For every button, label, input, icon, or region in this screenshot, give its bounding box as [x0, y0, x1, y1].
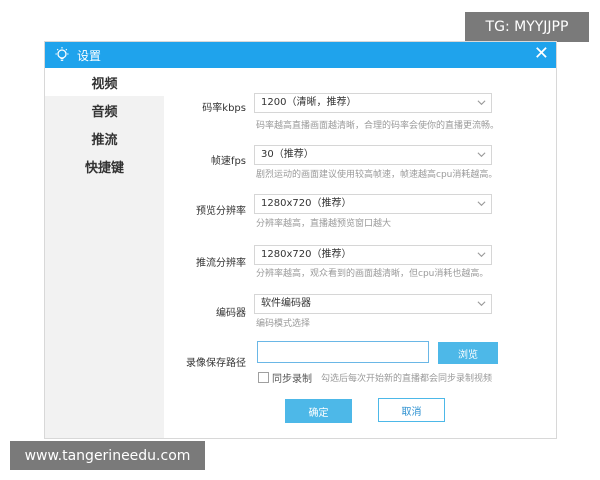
encoder-select[interactable]: 软件编码器 [254, 294, 492, 314]
chevron-down-icon [477, 100, 486, 106]
sync-record-label[interactable]: 同步录制 [272, 370, 312, 385]
watermark-bottom-left: www.tangerineedu.com [10, 441, 205, 470]
sidebar-item-shortcuts[interactable]: 快捷键 [45, 152, 164, 180]
preview-resolution-select[interactable]: 1280x720（推荐） [254, 194, 492, 214]
dialog-titlebar: 设置 ✕ [45, 42, 556, 68]
stream-resolution-hint: 分辨率越高，观众看到的画面越清晰，但cpu消耗也越高。 [256, 269, 489, 279]
record-path-input[interactable] [257, 341, 429, 363]
browse-button[interactable]: 浏览 [438, 342, 498, 364]
stream-resolution-value: 1280x720（推荐） [261, 249, 352, 260]
sidebar-item-video[interactable]: 视频 [45, 68, 164, 96]
bitrate-value: 1200（清晰，推荐） [261, 97, 357, 108]
fps-select[interactable]: 30（推荐） [254, 145, 492, 165]
cancel-button[interactable]: 取消 [378, 398, 445, 422]
chevron-down-icon [477, 252, 486, 258]
chevron-down-icon [477, 152, 486, 158]
lightbulb-icon [55, 47, 69, 61]
settings-dialog: 设置 ✕ 视频 音频 推流 快捷键 码率kbps 1200（清晰，推荐） 码率越… [44, 41, 557, 439]
stream-resolution-label: 推流分辨率 [196, 258, 246, 269]
stream-resolution-select[interactable]: 1280x720（推荐） [254, 245, 492, 265]
sync-record-checkbox[interactable] [258, 372, 269, 383]
sidebar-item-streaming[interactable]: 推流 [45, 124, 164, 152]
bitrate-hint: 码率越高直播画面越清晰，合理的码率会使你的直播更流畅。 [256, 121, 500, 131]
encoder-label: 编码器 [216, 308, 246, 319]
fps-value: 30（推荐） [261, 149, 314, 160]
sidebar-item-audio[interactable]: 音频 [45, 96, 164, 124]
settings-sidebar: 视频 音频 推流 快捷键 [45, 68, 164, 438]
encoder-hint: 编码模式选择 [256, 319, 311, 329]
watermark-top-right: TG: MYYJJPP [465, 12, 589, 42]
chevron-down-icon [477, 201, 486, 207]
bitrate-label: 码率kbps [202, 103, 246, 114]
encoder-value: 软件编码器 [261, 298, 311, 309]
preview-resolution-hint: 分辨率越高，直播越预览窗口越大 [256, 219, 392, 229]
video-settings-form: 码率kbps 1200（清晰，推荐） 码率越高直播画面越清晰，合理的码率会使你的… [164, 68, 556, 438]
dialog-title: 设置 [77, 49, 102, 63]
sync-record-hint: 勾选后每次开始新的直播都会同步录制视频 [321, 374, 493, 384]
preview-resolution-value: 1280x720（推荐） [261, 198, 352, 209]
fps-hint: 剧烈运动的画面建议使用较高帧速，帧速越高cpu消耗越高。 [256, 170, 498, 180]
ok-button[interactable]: 确定 [285, 399, 352, 423]
close-icon[interactable]: ✕ [534, 43, 549, 65]
preview-resolution-label: 预览分辨率 [196, 206, 246, 217]
bitrate-select[interactable]: 1200（清晰，推荐） [254, 93, 492, 113]
fps-label: 帧速fps [210, 156, 246, 167]
record-path-label: 录像保存路径 [186, 358, 246, 369]
chevron-down-icon [477, 301, 486, 307]
